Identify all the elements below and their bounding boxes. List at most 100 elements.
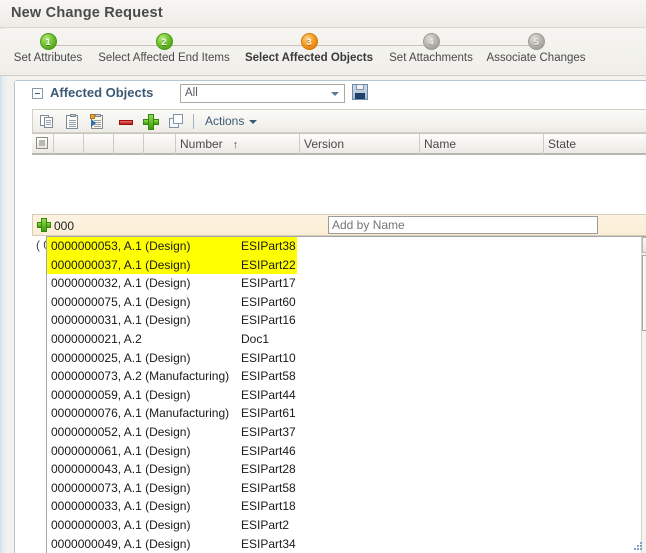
remove-icon[interactable] bbox=[118, 114, 134, 130]
list-item-name: ESIPart28 bbox=[241, 462, 296, 477]
list-item-name: ESIPart58 bbox=[241, 369, 296, 384]
list-item[interactable]: 0000000075, A.1 (Design) ESIPart60 bbox=[47, 293, 642, 312]
step-number-badge-1: 1 bbox=[39, 33, 57, 50]
save-icon[interactable] bbox=[352, 84, 368, 100]
add-by-number-input[interactable] bbox=[54, 217, 312, 234]
wizard-step-select-affected-objects[interactable]: 3 Select Affected Objects bbox=[236, 33, 382, 64]
list-item-number: 0000000032, A.1 (Design) bbox=[51, 276, 191, 291]
list-item[interactable]: 0000000003, A.1 (Design) ESIPart2 bbox=[47, 516, 642, 535]
wizard-step-select-affected-end-items[interactable]: 2 Select Affected End Items bbox=[92, 33, 236, 64]
list-item-name: ESIPart58 bbox=[241, 480, 296, 495]
list-item-name: ESIPart18 bbox=[241, 499, 296, 514]
select-all-column-header[interactable] bbox=[32, 134, 54, 154]
list-item[interactable]: 0000000073, A.1 (Design) ESIPart58 bbox=[47, 479, 642, 498]
list-item-name: Doc1 bbox=[241, 331, 270, 346]
add-icon[interactable] bbox=[143, 114, 159, 130]
list-item[interactable]: 0000000061, A.1 (Design) ESIPart46 bbox=[47, 442, 642, 461]
results-table-header: Number ↑ Version Name State bbox=[32, 133, 646, 155]
paste-special-icon-tag bbox=[90, 114, 95, 119]
state-column-label: State bbox=[548, 137, 577, 151]
wizard-step-set-attributes[interactable]: 1 Set Attributes bbox=[0, 33, 96, 64]
icon-column-3-header bbox=[114, 134, 144, 154]
actions-menu-label: Actions bbox=[205, 114, 245, 128]
list-item-number: 0000000052, A.1 (Design) bbox=[51, 424, 191, 439]
autocomplete-dropdown: 0000000053, A.1 (Design) ESIPart38 00000… bbox=[46, 236, 646, 553]
wizard-step-associate-changes[interactable]: 5 Associate Changes bbox=[480, 33, 592, 64]
scroll-thumb[interactable] bbox=[642, 255, 646, 331]
resize-grip[interactable] bbox=[634, 542, 644, 552]
step-number-badge-2: 2 bbox=[155, 33, 173, 50]
list-item[interactable]: 0000000025, A.1 (Design) ESIPart10 bbox=[47, 349, 642, 368]
list-item[interactable]: 0000000073, A.2 (Manufacturing) ESIPart5… bbox=[47, 367, 642, 386]
number-column-label: Number bbox=[180, 137, 223, 151]
icon-column-1-header bbox=[54, 134, 84, 154]
list-item[interactable]: 0000000033, A.1 (Design) ESIPart18 bbox=[47, 497, 642, 516]
list-item-number: 0000000021, A.2 bbox=[51, 331, 142, 346]
list-item-number: 0000000073, A.1 (Design) bbox=[51, 480, 191, 495]
list-item[interactable]: 0000000032, A.1 (Design) ESIPart17 bbox=[47, 274, 642, 293]
paste-special-icon[interactable] bbox=[90, 114, 106, 130]
affected-objects-panel: Affected Objects All Actions Number ↑ Ve… bbox=[14, 80, 646, 553]
list-item[interactable]: 0000000043, A.1 (Design) ESIPart28 bbox=[47, 460, 642, 479]
duplicate-icon[interactable] bbox=[169, 114, 185, 130]
list-item-number: 0000000025, A.1 (Design) bbox=[51, 350, 191, 365]
toolbar-separator bbox=[193, 114, 194, 129]
copy-icon-page-front bbox=[44, 117, 53, 128]
copy-icon[interactable] bbox=[40, 114, 56, 130]
select-all-checkbox[interactable] bbox=[36, 137, 48, 149]
list-item[interactable]: 0000000031, A.1 (Design) ESIPart16 bbox=[47, 311, 642, 330]
version-column-label: Version bbox=[304, 137, 345, 151]
list-item[interactable]: 0000000049, A.1 (Design) ESIPart34 bbox=[47, 535, 642, 553]
actions-menu-button[interactable]: Actions bbox=[205, 114, 258, 128]
minus-box-icon[interactable] bbox=[32, 88, 43, 99]
add-icon-vertical bbox=[148, 114, 154, 130]
list-item-number: 0000000076, A.1 (Manufacturing) bbox=[51, 406, 230, 421]
sort-ascending-icon: ↑ bbox=[232, 139, 239, 151]
paste-icon[interactable] bbox=[65, 114, 81, 130]
list-item-name: ESIPart10 bbox=[241, 350, 296, 365]
list-item-name: ESIPart38 bbox=[241, 239, 296, 253]
list-item[interactable]: 0000000076, A.1 (Manufacturing) ESIPart6… bbox=[47, 404, 642, 423]
icon-column-4-header bbox=[144, 134, 176, 154]
autocomplete-scrollbar[interactable] bbox=[641, 237, 646, 553]
list-item-name: ESIPart44 bbox=[241, 387, 296, 402]
chevron-down-icon bbox=[249, 119, 258, 124]
name-column-header[interactable]: Name bbox=[420, 134, 544, 154]
list-item[interactable]: 0000000021, A.2 Doc1 bbox=[47, 330, 642, 349]
chevron-down-icon bbox=[331, 92, 339, 96]
left-accent-strip bbox=[0, 0, 7, 553]
add-by-name-field[interactable] bbox=[328, 216, 598, 234]
list-item-name: ESIPart34 bbox=[241, 536, 296, 551]
step-number-badge-5: 5 bbox=[527, 33, 545, 50]
list-item-number: 0000000037, A.1 (Design) bbox=[51, 257, 191, 272]
number-column-header[interactable]: Number ↑ bbox=[176, 134, 300, 154]
step-number-badge-3: 3 bbox=[300, 33, 318, 50]
autocomplete-list: 0000000053, A.1 (Design) ESIPart38 00000… bbox=[47, 237, 642, 553]
state-column-header[interactable]: State bbox=[544, 134, 646, 154]
wizard-step-set-attachments[interactable]: 4 Set Attachments bbox=[382, 33, 480, 64]
list-item-number: 0000000075, A.1 (Design) bbox=[51, 294, 191, 309]
list-item-name: ESIPart61 bbox=[241, 406, 296, 421]
duplicate-icon-front bbox=[173, 114, 183, 124]
step-label-5: Associate Changes bbox=[486, 52, 586, 64]
filter-dropdown[interactable]: All bbox=[180, 84, 345, 103]
version-column-header[interactable]: Version bbox=[300, 134, 420, 154]
list-item-number: 0000000073, A.2 (Manufacturing) bbox=[51, 369, 230, 384]
application-window: New Change Request 1 Set Attributes 2 Se… bbox=[0, 0, 646, 553]
scroll-up-arrow-icon[interactable] bbox=[642, 237, 646, 253]
list-item[interactable]: 0000000037, A.1 (Design) ESIPart22 bbox=[47, 255, 642, 275]
list-item-number: 0000000033, A.1 (Design) bbox=[51, 499, 191, 514]
add-row-plus-icon[interactable] bbox=[37, 218, 51, 232]
list-item-name: ESIPart2 bbox=[241, 517, 290, 532]
list-item-number: 0000000031, A.1 (Design) bbox=[51, 313, 191, 328]
wizard-step-indicator: 1 Set Attributes 2 Select Affected End I… bbox=[0, 29, 646, 76]
list-item-name: ESIPart46 bbox=[241, 443, 296, 458]
list-item[interactable]: 0000000053, A.1 (Design) ESIPart38 bbox=[47, 237, 642, 256]
remove-icon-bar bbox=[119, 120, 133, 125]
list-item[interactable]: 0000000059, A.1 (Design) ESIPart44 bbox=[47, 386, 642, 405]
affected-objects-toolbar: Actions bbox=[32, 109, 646, 133]
add-by-name-input[interactable] bbox=[332, 218, 592, 232]
list-item[interactable]: 0000000052, A.1 (Design) ESIPart37 bbox=[47, 423, 642, 442]
step-number-badge-4: 4 bbox=[422, 33, 440, 50]
name-column-label: Name bbox=[424, 137, 457, 151]
